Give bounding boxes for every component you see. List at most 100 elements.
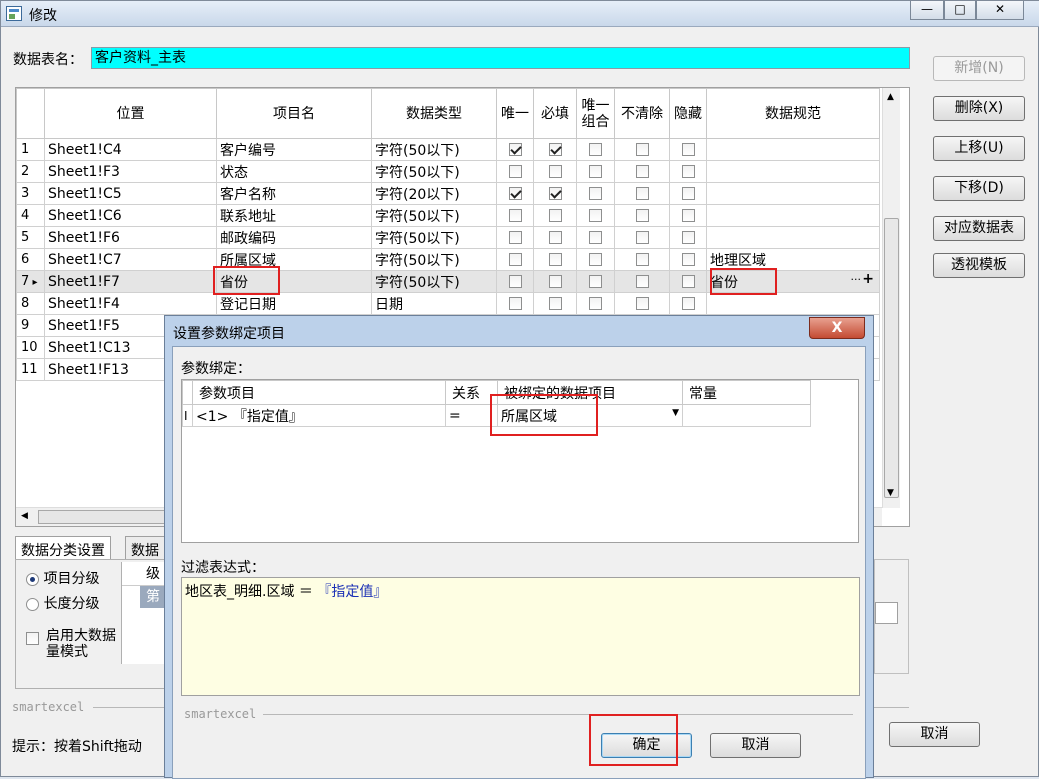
flag-cell-hidden[interactable]	[669, 226, 707, 249]
data-type-cell[interactable]: 字符(50以下)	[371, 248, 497, 271]
plus-icon[interactable]: +	[862, 272, 874, 288]
flag-cell-hidden[interactable]	[669, 138, 707, 161]
scroll-left-icon[interactable]: ◀	[21, 511, 28, 521]
pivot-template-button[interactable]: 透视模板	[933, 253, 1025, 278]
checkbox-unique[interactable]	[508, 165, 522, 178]
flag-cell-required[interactable]	[533, 204, 577, 227]
checkbox-hidden[interactable]	[681, 275, 695, 288]
data-type-cell[interactable]: 字符(50以下)	[371, 270, 497, 293]
checkbox-unique[interactable]	[508, 187, 522, 200]
position-cell[interactable]: Sheet1!F3	[44, 160, 217, 183]
table-row[interactable]: 2 Sheet1!F3 状态 字符(50以下)	[16, 160, 880, 183]
checkbox-combo[interactable]	[589, 297, 602, 310]
row-number-cell[interactable]: 3	[16, 182, 45, 205]
level-list-row[interactable]: 第	[140, 586, 166, 608]
flag-cell-hidden[interactable]	[669, 270, 707, 293]
row-number-cell[interactable]: 10	[16, 336, 45, 359]
checkbox-combo[interactable]	[589, 209, 602, 222]
col-data-type[interactable]: 数据类型	[371, 88, 497, 139]
flag-cell-noclear[interactable]	[614, 204, 670, 227]
table-row[interactable]: 8 Sheet1!F4 登记日期 日期	[16, 292, 880, 315]
checkbox-hidden[interactable]	[681, 297, 695, 310]
flag-cell-hidden[interactable]	[669, 204, 707, 227]
checkbox-hidden[interactable]	[681, 231, 695, 244]
row-number-cell[interactable]: 5	[16, 226, 45, 249]
checkbox-noclear[interactable]	[635, 187, 649, 200]
flag-cell-combo[interactable]	[576, 248, 615, 271]
radio-item-level[interactable]: 项目分级	[26, 568, 99, 588]
table-row[interactable]: 4 Sheet1!C6 联系地址 字符(50以下)	[16, 204, 880, 227]
data-spec-cell[interactable]	[706, 138, 880, 161]
col-unique[interactable]: 唯一	[496, 88, 534, 139]
data-type-cell[interactable]: 字符(50以下)	[371, 160, 497, 183]
position-cell[interactable]: Sheet1!C4	[44, 138, 217, 161]
checkbox-noclear[interactable]	[635, 231, 649, 244]
flag-cell-unique[interactable]	[496, 292, 534, 315]
ellipsis-button[interactable]: ···	[851, 273, 862, 286]
scroll-down-icon[interactable]: ▼	[887, 488, 894, 498]
item-name-cell[interactable]: 邮政编码	[216, 226, 372, 249]
checkbox-required[interactable]	[548, 275, 562, 288]
col-hidden[interactable]: 隐藏	[669, 88, 707, 139]
item-name-cell[interactable]: 状态	[216, 160, 372, 183]
checkbox-icon[interactable]	[26, 631, 39, 645]
item-name-cell[interactable]: 客户名称	[216, 182, 372, 205]
flag-cell-noclear[interactable]	[614, 138, 670, 161]
data-spec-cell[interactable]	[706, 226, 880, 249]
param-constant-cell[interactable]	[682, 404, 811, 427]
position-cell[interactable]: Sheet1!C5	[44, 182, 217, 205]
checkbox-combo[interactable]	[589, 187, 602, 200]
flag-cell-noclear[interactable]	[614, 160, 670, 183]
radio-icon[interactable]	[26, 572, 39, 586]
checkbox-noclear[interactable]	[635, 165, 649, 178]
row-number-cell[interactable]: 8	[16, 292, 45, 315]
map-table-button[interactable]: 对应数据表	[933, 216, 1025, 241]
level-list[interactable]: 级 第	[121, 562, 166, 664]
item-name-cell[interactable]: 联系地址	[216, 204, 372, 227]
checkbox-combo[interactable]	[589, 231, 602, 244]
flag-cell-required[interactable]	[533, 182, 577, 205]
flag-cell-required[interactable]	[533, 226, 577, 249]
flag-cell-required[interactable]	[533, 138, 577, 161]
col-position[interactable]: 位置	[44, 88, 217, 139]
col-data-spec[interactable]: 数据规范	[706, 88, 880, 139]
dropdown-arrow-icon[interactable]: ▼	[672, 408, 679, 418]
table-row[interactable]: 5 Sheet1!F6 邮政编码 字符(50以下)	[16, 226, 880, 249]
checkbox-noclear[interactable]	[635, 143, 649, 156]
move-down-button[interactable]: 下移(D)	[933, 176, 1025, 201]
data-type-cell[interactable]: 字符(50以下)	[371, 138, 497, 161]
flag-cell-unique[interactable]	[496, 226, 534, 249]
flag-cell-hidden[interactable]	[669, 248, 707, 271]
data-spec-cell[interactable]	[706, 292, 880, 315]
checkbox-unique[interactable]	[508, 231, 522, 244]
checkbox-required[interactable]	[548, 165, 562, 178]
data-type-cell[interactable]: 字符(50以下)	[371, 204, 497, 227]
flag-cell-combo[interactable]	[576, 270, 615, 293]
checkbox-unique[interactable]	[508, 275, 522, 288]
maximize-button[interactable]: □	[944, 1, 976, 20]
position-cell[interactable]: Sheet1!F6	[44, 226, 217, 249]
bigdata-checkbox[interactable]	[26, 630, 39, 646]
main-cancel-button[interactable]: 取消	[889, 722, 980, 747]
flag-cell-noclear[interactable]	[614, 292, 670, 315]
flag-cell-combo[interactable]	[576, 138, 615, 161]
checkbox-combo[interactable]	[589, 253, 602, 266]
data-spec-cell[interactable]	[706, 160, 880, 183]
data-spec-cell[interactable]	[706, 182, 880, 205]
flag-cell-noclear[interactable]	[614, 226, 670, 249]
param-item-cell[interactable]: <1> 『指定值』	[192, 404, 446, 427]
table-row[interactable]: 3 Sheet1!C5 客户名称 字符(20以下)	[16, 182, 880, 205]
move-up-button[interactable]: 上移(U)	[933, 136, 1025, 161]
checkbox-hidden[interactable]	[681, 209, 695, 222]
checkbox-required[interactable]	[548, 209, 562, 222]
flag-cell-hidden[interactable]	[669, 292, 707, 315]
checkbox-unique[interactable]	[508, 143, 522, 156]
row-number-cell[interactable]: 9	[16, 314, 45, 337]
row-number-cell[interactable]: 1	[16, 138, 45, 161]
position-cell[interactable]: Sheet1!C6	[44, 204, 217, 227]
flag-cell-unique[interactable]	[496, 160, 534, 183]
flag-cell-unique[interactable]	[496, 204, 534, 227]
flag-cell-combo[interactable]	[576, 182, 615, 205]
item-name-cell[interactable]: 登记日期	[216, 292, 372, 315]
row-number-cell[interactable]: 7 ▸	[16, 270, 45, 293]
